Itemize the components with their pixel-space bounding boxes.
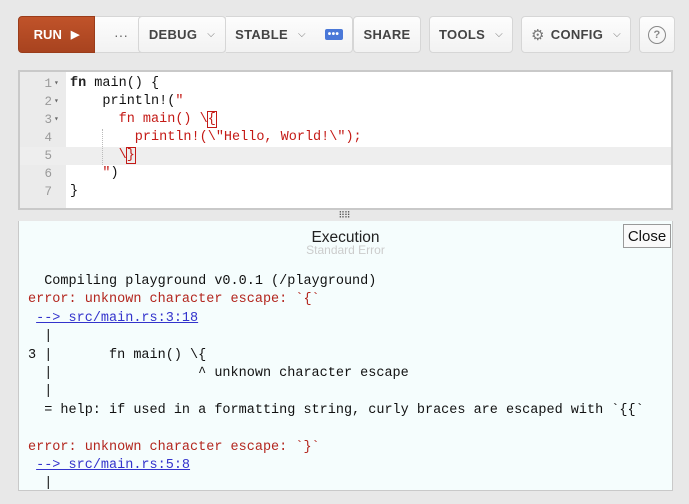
- line-number: 2: [44, 95, 52, 109]
- play-icon: ▶: [70, 29, 80, 41]
- code-text: main() {: [86, 76, 160, 91]
- source-location-link[interactable]: --> src/main.rs:5:8: [36, 458, 190, 473]
- log-line: |: [28, 384, 53, 400]
- toolbar: RUN ▶ ··· DEBUG ⌵ STABLE ⌵ ••• SHARE TOO…: [0, 0, 689, 66]
- chevron-down-icon: ⌵: [495, 29, 503, 40]
- channel-dropdown[interactable]: STABLE ⌵: [226, 16, 316, 53]
- code-editor[interactable]: 1 ▾ fn main() { 2 ▾ println!(" 3 ▾ fn ma…: [18, 70, 673, 210]
- indent-guide: [102, 129, 103, 165]
- tools-label: TOOLS: [439, 27, 486, 42]
- code-line: 7 }: [20, 183, 671, 201]
- string-literal: println!(\"Hello, World!\");: [70, 130, 362, 145]
- code-text: }: [70, 184, 79, 199]
- fold-toggle-icon[interactable]: ▾: [54, 75, 59, 93]
- code-line: 4 println!(\"Hello, World!\");: [20, 129, 671, 147]
- chevron-down-icon: ⌵: [613, 29, 621, 40]
- ellipsis-icon: •••: [324, 29, 343, 40]
- matched-brace: {: [206, 111, 217, 128]
- string-literal: fn main() \: [70, 112, 208, 127]
- code-line: 3 ▾ fn main() \{: [20, 111, 671, 129]
- line-number: 6: [44, 167, 52, 181]
- error-line: error: unknown character escape: `{`: [28, 292, 320, 308]
- source-location-link[interactable]: --> src/main.rs:3:18: [36, 311, 198, 326]
- string-literal: \: [70, 148, 127, 163]
- gear-icon: ⚙: [531, 26, 545, 44]
- share-label: SHARE: [363, 27, 411, 42]
- matched-brace: }: [125, 147, 136, 164]
- chevron-down-icon: ⌵: [207, 29, 216, 40]
- help-button[interactable]: ?: [639, 16, 675, 53]
- line-number: 4: [44, 131, 52, 145]
- fold-toggle-icon[interactable]: ▾: [54, 93, 59, 111]
- output-title: Execution: [311, 229, 380, 246]
- code-line: 2 ▾ println!(": [20, 93, 671, 111]
- advanced-options-button[interactable]: •••: [315, 16, 353, 53]
- log-line: |: [28, 476, 53, 491]
- log-line: |: [28, 329, 53, 345]
- run-button-group: RUN ▶ ···: [18, 16, 148, 53]
- log-line: 3 | fn main() \{: [28, 347, 207, 363]
- debug-dropdown[interactable]: DEBUG ⌵: [138, 16, 226, 53]
- line-number: 3: [44, 113, 52, 127]
- log-line: = help: if used in a formatting string, …: [28, 402, 644, 418]
- output-log: Compiling playground v0.0.1 (/playground…: [28, 273, 644, 491]
- chevron-down-icon: ⌵: [297, 29, 306, 40]
- log-line: | ^ unknown character escape: [28, 366, 409, 382]
- config-label: CONFIG: [550, 27, 604, 42]
- keyword: fn: [70, 76, 87, 91]
- code-text: println!(: [102, 94, 176, 109]
- help-icon: ?: [648, 25, 666, 44]
- resize-handle-icon[interactable]: ⠿⠿: [335, 211, 353, 220]
- stable-label: STABLE: [235, 27, 288, 42]
- line-number: 1: [44, 77, 52, 91]
- config-dropdown[interactable]: ⚙ CONFIG ⌵: [521, 16, 631, 53]
- code-text: ): [110, 166, 119, 181]
- error-line: error: unknown character escape: `}`: [28, 439, 320, 455]
- code-line: 1 ▾ fn main() {: [20, 75, 671, 93]
- tools-dropdown[interactable]: TOOLS ⌵: [429, 16, 513, 53]
- output-panel: Standard Error Execution Close Compiling…: [18, 221, 673, 491]
- share-button[interactable]: SHARE: [353, 16, 421, 53]
- string-literal: ": [175, 94, 184, 109]
- run-button[interactable]: RUN ▶: [18, 16, 95, 53]
- run-label: RUN: [33, 27, 62, 42]
- string-literal: ": [70, 166, 111, 181]
- close-button[interactable]: Close: [623, 224, 671, 248]
- code-line: 6 "): [20, 165, 671, 183]
- code-line-active: 5 \}: [20, 147, 671, 165]
- more-icon: ···: [114, 26, 128, 43]
- log-line: Compiling playground v0.0.1 (/playground…: [28, 274, 377, 289]
- line-number: 5: [44, 149, 52, 163]
- line-number: 7: [44, 185, 52, 199]
- fold-toggle-icon[interactable]: ▾: [54, 111, 59, 129]
- debug-label: DEBUG: [148, 27, 198, 42]
